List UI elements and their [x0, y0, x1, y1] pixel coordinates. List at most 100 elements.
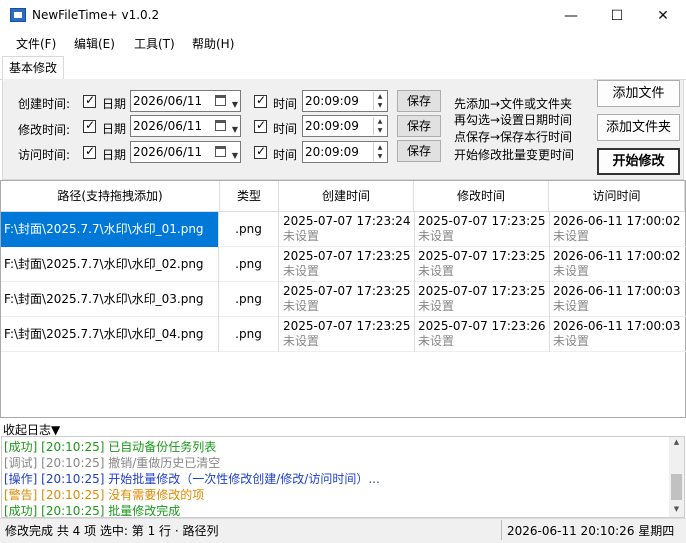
log-line: [成功] [20:10:25] 批量修改完成 [4, 504, 181, 518]
spinner-icon[interactable]: ▲ ▼ [373, 143, 386, 161]
start-modify-button[interactable]: 开始修改 [597, 148, 680, 175]
tab-strip [0, 55, 686, 80]
dropdown-arrow-icon: ▼ [231, 100, 238, 109]
menu-edit[interactable]: 编辑(E) [74, 35, 115, 52]
maximize-icon[interactable]: ☐ [594, 0, 640, 31]
created-value: 2025-07-07 17:23:25 [283, 284, 411, 298]
accessed-cell[interactable]: 2026-06-11 17:00:03 未设置 [549, 282, 685, 317]
path-cell[interactable]: F:\封面\2025.7.7\水印\水印_01.png [1, 212, 219, 247]
modified-value: 2025-07-07 17:23:25 [418, 214, 546, 228]
hint-line: 先添加→文件或文件夹 [454, 97, 573, 111]
accessed-value: 2026-06-11 17:00:02 [553, 249, 681, 263]
calendar-icon [215, 120, 226, 131]
minimize-icon[interactable]: — [548, 0, 594, 31]
menu-help[interactable]: 帮助(H) [192, 35, 234, 52]
modified-save-button[interactable]: 保存 [397, 115, 441, 137]
created-value: 2025-07-07 17:23:25 [283, 249, 411, 263]
menu-file[interactable]: 文件(F) [16, 35, 56, 52]
table-row[interactable]: F:\封面\2025.7.7\水印\水印_02.png .png 2025-07… [1, 247, 686, 282]
status-divider [501, 520, 502, 540]
accessed-cell[interactable]: 2026-06-11 17:00:03 未设置 [549, 317, 685, 352]
accessed-time-checkbox[interactable] [254, 144, 267, 159]
accessed-cell[interactable]: 2026-06-11 17:00:02 未设置 [549, 247, 685, 282]
add-file-button[interactable]: 添加文件 [597, 80, 680, 107]
created-time-sub-label: 时间 [273, 97, 298, 111]
accessed-time-value: 20:09:09 [305, 145, 359, 159]
modified-date-picker[interactable]: 2026/06/11 ▼ [130, 115, 241, 137]
created-status: 未设置 [283, 264, 320, 278]
modified-cell[interactable]: 2025-07-07 17:23:25 未设置 [414, 247, 550, 282]
table-row[interactable]: F:\封面\2025.7.7\水印\水印_03.png .png 2025-07… [1, 282, 686, 317]
scrollbar-thumb[interactable] [671, 474, 682, 500]
table-row[interactable]: F:\封面\2025.7.7\水印\水印_01.png .png 2025-07… [1, 212, 686, 247]
created-value: 2025-07-07 17:23:24 [283, 214, 411, 228]
accessed-cell[interactable]: 2026-06-11 17:00:02 未设置 [549, 212, 685, 247]
created-status: 未设置 [283, 334, 320, 348]
modified-date-label: 日期 [102, 122, 127, 136]
accessed-status: 未设置 [553, 264, 590, 278]
created-time-input[interactable]: 20:09:09 ▲ ▼ [302, 90, 388, 112]
created-date-checkbox[interactable] [83, 93, 96, 108]
created-date-label: 日期 [102, 97, 127, 111]
modified-time-input[interactable]: 20:09:09 ▲ ▼ [302, 115, 388, 137]
column-header-type[interactable]: 类型 [220, 181, 279, 212]
log-line: [警告] [20:10:25] 没有需要修改的项 [4, 488, 205, 502]
scroll-up-icon[interactable]: ▲ [669, 438, 684, 450]
created-date-picker[interactable]: 2026/06/11 ▼ [130, 90, 241, 112]
spinner-icon[interactable]: ▲ ▼ [373, 92, 386, 110]
accessed-save-button[interactable]: 保存 [397, 140, 441, 162]
accessed-value: 2026-06-11 17:00:03 [553, 319, 681, 333]
modified-time-label: 修改时间: [18, 123, 71, 137]
accessed-time-sub-label: 时间 [273, 148, 298, 162]
modified-status: 未设置 [418, 299, 455, 313]
accessed-date-checkbox[interactable] [83, 144, 96, 159]
created-time-checkbox[interactable] [254, 93, 267, 108]
created-cell[interactable]: 2025-07-07 17:23:25 未设置 [279, 247, 415, 282]
created-status: 未设置 [283, 299, 320, 313]
dropdown-arrow-icon: ▼ [231, 125, 238, 134]
created-value: 2025-07-07 17:23:25 [283, 319, 411, 333]
path-cell[interactable]: F:\封面\2025.7.7\水印\水印_04.png [1, 317, 219, 352]
modified-status: 未设置 [418, 229, 455, 243]
column-header-path[interactable]: 路径(支持拖拽添加) [1, 181, 220, 212]
scroll-down-icon[interactable]: ▼ [669, 505, 684, 517]
modified-cell[interactable]: 2025-07-07 17:23:25 未设置 [414, 212, 550, 247]
modified-status: 未设置 [418, 264, 455, 278]
accessed-value: 2026-06-11 17:00:02 [553, 214, 681, 228]
modified-value: 2025-07-07 17:23:25 [418, 249, 546, 263]
modified-time-checkbox[interactable] [254, 118, 267, 133]
created-save-button[interactable]: 保存 [397, 90, 441, 112]
add-folder-button[interactable]: 添加文件夹 [597, 114, 680, 141]
status-summary: 修改完成 共 4 项 选中: 第 1 行 · 路径列 [5, 524, 219, 538]
spinner-icon[interactable]: ▲ ▼ [373, 117, 386, 135]
modified-cell[interactable]: 2025-07-07 17:23:26 未设置 [414, 317, 550, 352]
path-cell[interactable]: F:\封面\2025.7.7\水印\水印_03.png [1, 282, 219, 317]
modified-value: 2025-07-07 17:23:25 [418, 284, 546, 298]
created-cell[interactable]: 2025-07-07 17:23:25 未设置 [279, 282, 415, 317]
path-cell[interactable]: F:\封面\2025.7.7\水印\水印_02.png [1, 247, 219, 282]
modified-value: 2025-07-07 17:23:26 [418, 319, 546, 333]
created-time-value: 20:09:09 [305, 94, 359, 108]
accessed-date-picker[interactable]: 2026/06/11 ▼ [130, 141, 241, 163]
menu-tools[interactable]: 工具(T) [134, 35, 175, 52]
created-cell[interactable]: 2025-07-07 17:23:24 未设置 [279, 212, 415, 247]
window-title: NewFileTime+ v1.0.2 [32, 8, 160, 22]
modified-cell[interactable]: 2025-07-07 17:23:25 未设置 [414, 282, 550, 317]
close-icon[interactable]: ✕ [640, 0, 686, 31]
modified-time-sub-label: 时间 [273, 122, 298, 136]
tab-basic-edit[interactable]: 基本修改 [2, 56, 64, 81]
column-header-accessed[interactable]: 访问时间 [549, 181, 685, 212]
modified-status: 未设置 [418, 334, 455, 348]
log-line: [调试] [20:10:25] 撤销/重做历史已清空 [4, 456, 221, 470]
column-header-created[interactable]: 创建时间 [279, 181, 414, 212]
type-cell[interactable]: .png [219, 247, 279, 282]
type-cell[interactable]: .png [219, 212, 279, 247]
created-cell[interactable]: 2025-07-07 17:23:25 未设置 [279, 317, 415, 352]
table-row[interactable]: F:\封面\2025.7.7\水印\水印_04.png .png 2025-07… [1, 317, 686, 352]
type-cell[interactable]: .png [219, 317, 279, 352]
column-header-modified[interactable]: 修改时间 [414, 181, 549, 212]
accessed-status: 未设置 [553, 334, 590, 348]
modified-date-checkbox[interactable] [83, 118, 96, 133]
accessed-time-input[interactable]: 20:09:09 ▲ ▼ [302, 141, 388, 163]
type-cell[interactable]: .png [219, 282, 279, 317]
